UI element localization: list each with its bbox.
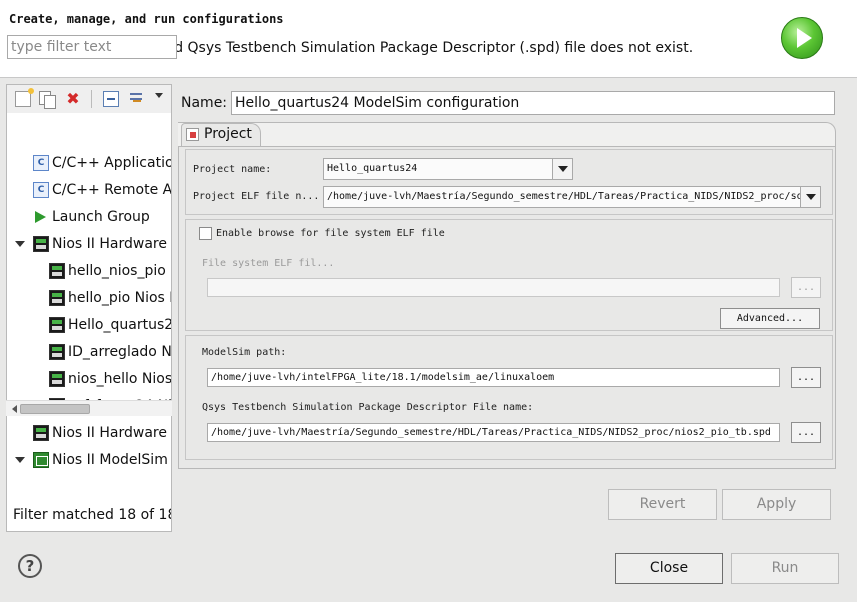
tree-item-label: Nios II Hardware v2	[52, 425, 171, 441]
duplicate-icon[interactable]	[39, 91, 56, 109]
project-elf-value: /home/juve-lvh/Maestría/Segundo_semestre…	[327, 191, 820, 202]
project-tab-content: Project name: Hello_quartus24 Project EL…	[178, 146, 836, 469]
qsys-spd-field[interactable]: /home/juve-lvh/Maestría/Segundo_semestre…	[207, 423, 780, 442]
tab-strip	[178, 122, 836, 146]
configuration-toolbar: ✖	[7, 85, 171, 113]
qsys-spd-label: Qsys Testbench Simulation Package Descri…	[202, 402, 534, 413]
filter-status-text: Filter matched 18 of 18 items	[13, 507, 171, 523]
project-name-value: Hello_quartus24	[327, 163, 418, 174]
nios-config-icon	[49, 290, 65, 306]
nios-config-icon	[49, 371, 65, 387]
scroll-left-icon[interactable]	[12, 405, 17, 413]
modelsim-path-label: ModelSim path:	[202, 347, 287, 358]
project-elf-label: Project ELF file n...	[193, 191, 320, 202]
delete-icon[interactable]: ✖	[65, 91, 81, 107]
project-group: Project name: Hello_quartus24 Project EL…	[185, 149, 833, 215]
tree-item-label: hello_pio Nios II Hardware configuration	[68, 290, 171, 306]
tab-project[interactable]: Project	[181, 123, 261, 146]
project-tab-icon	[186, 128, 199, 141]
file-system-elf-group: Enable browse for file system ELF file F…	[185, 219, 833, 331]
c-app-icon: C	[33, 182, 49, 198]
tree-item-label: hello_nios_pio Nios II Hardware configur…	[68, 263, 171, 279]
modelsim-path-field[interactable]: /home/juve-lvh/intelFPGA_lite/18.1/model…	[207, 368, 780, 387]
dialog-title: Create, manage, and run configurations	[9, 12, 284, 26]
tab-label: Project	[204, 126, 252, 142]
tree-item-label: C/C++ Remote Application	[52, 182, 172, 198]
nios-config-icon	[49, 263, 65, 279]
launch-group-icon	[35, 211, 46, 223]
filter-input[interactable]	[7, 35, 177, 59]
nios-hardware-icon	[33, 425, 49, 441]
apply-button[interactable]: Apply	[722, 489, 831, 520]
fs-elf-field[interactable]	[207, 278, 780, 297]
browse-elf-checkbox[interactable]	[199, 227, 212, 240]
browse-elf-label: Enable browse for file system ELF file	[216, 228, 445, 239]
nios-hardware-icon	[33, 236, 49, 252]
help-icon[interactable]: ?	[18, 554, 42, 578]
collapse-all-icon[interactable]	[103, 91, 119, 107]
tree-item-label: Hello_quartus24 Nios II Hardware configu…	[68, 317, 172, 333]
run-launch-icon	[781, 17, 823, 59]
fs-elf-label: File system ELF fil...	[202, 258, 335, 269]
tree-item-label: ID_arreglado Nios II Hardware configurat…	[68, 344, 172, 360]
chevron-down-icon[interactable]	[15, 241, 25, 247]
view-menu-icon[interactable]	[155, 93, 163, 98]
toolbar-divider	[91, 90, 92, 108]
tree-item-label: Nios II ModelSim	[52, 452, 168, 468]
chevron-down-icon[interactable]	[15, 457, 25, 463]
chevron-down-icon[interactable]	[552, 159, 572, 179]
tree-item-label: Launch Group	[52, 209, 150, 225]
nios-config-icon	[49, 317, 65, 333]
modelsim-group: ModelSim path: /home/juve-lvh/intelFPGA_…	[185, 335, 833, 460]
configuration-tree: C C/C++ Application C C/C++ Remote Appli…	[7, 151, 172, 481]
name-label: Name:	[181, 95, 228, 111]
configuration-list-panel: ✖ C C/C++ Application C C/C++ Remote App…	[6, 84, 172, 532]
revert-button[interactable]: Revert	[608, 489, 717, 520]
project-name-label: Project name:	[193, 164, 272, 175]
tree-horizontal-scrollbar[interactable]	[6, 400, 172, 416]
nios-config-icon	[49, 344, 65, 360]
configuration-name-input[interactable]	[231, 91, 835, 115]
run-button[interactable]: Run	[731, 553, 839, 584]
advanced-button[interactable]: Advanced...	[720, 308, 820, 329]
qsys-spd-browse-button[interactable]: ...	[791, 422, 821, 443]
new-configuration-icon[interactable]	[15, 88, 34, 107]
tree-item-label: nios_hello Nios II Hardware configuratio…	[68, 371, 172, 387]
close-button[interactable]: Close	[615, 553, 723, 584]
project-name-combo[interactable]: Hello_quartus24	[323, 158, 573, 180]
project-elf-combo[interactable]: /home/juve-lvh/Maestría/Segundo_semestre…	[323, 186, 821, 208]
modelsim-path-browse-button[interactable]: ...	[791, 367, 821, 388]
c-app-icon: C	[33, 155, 49, 171]
tree-item-label: C/C++ Application	[52, 155, 172, 171]
modelsim-icon	[33, 452, 49, 468]
fs-elf-browse-button[interactable]: ...	[791, 277, 821, 298]
scrollbar-thumb[interactable]	[20, 404, 90, 414]
chevron-down-icon[interactable]	[800, 187, 820, 207]
tree-item-label: Nios II Hardware	[52, 236, 167, 252]
filter-icon[interactable]	[129, 91, 145, 107]
